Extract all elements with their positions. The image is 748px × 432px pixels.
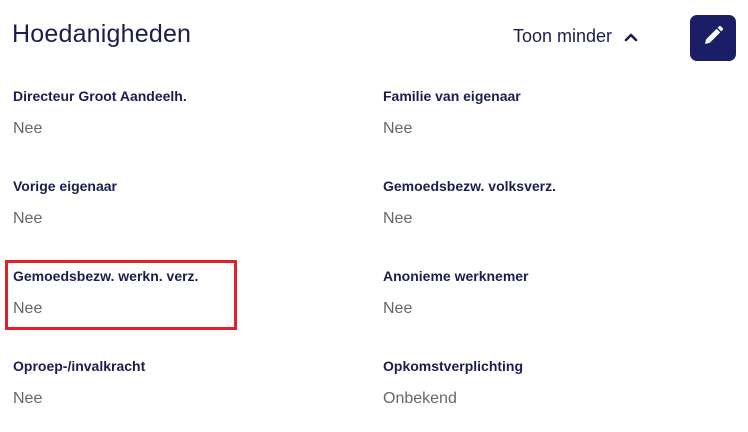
field-familie-van-eigenaar: Familie van eigenaar Nee: [383, 86, 703, 140]
field-label: Gemoedsbezw. volksverz.: [383, 178, 556, 194]
field-directeur-groot-aandeelh: Directeur Groot Aandeelh. Nee: [13, 86, 333, 140]
field-label: Directeur Groot Aandeelh.: [13, 88, 187, 104]
field-label: Familie van eigenaar: [383, 88, 521, 104]
field-label: Opkomstverplichting: [383, 358, 524, 374]
field-gemoedsbezw-werkn-verz: Gemoedsbezw. werkn. verz. Nee: [13, 266, 333, 320]
hoedanigheden-panel: Hoedanigheden Toon minder Directeur Groo…: [0, 0, 748, 432]
section-title: Hoedanigheden: [12, 20, 192, 48]
field-value: Nee: [13, 300, 43, 317]
field-value: Nee: [13, 210, 43, 227]
field-opkomstverplichting: Opkomstverplichting Onbekend: [383, 356, 703, 410]
field-anonieme-werknemer: Anonieme werknemer Nee: [383, 266, 703, 320]
chevron-up-icon: [624, 32, 638, 42]
toggle-less-label: Toon minder: [513, 26, 613, 46]
field-value: Nee: [383, 300, 413, 317]
edit-button[interactable]: [690, 15, 736, 61]
field-oproep-invalkracht: Oproep-/invalkracht Nee: [13, 356, 333, 410]
field-label: Anonieme werknemer: [383, 268, 529, 284]
field-gemoedsbezw-volksverz: Gemoedsbezw. volksverz. Nee: [383, 176, 703, 230]
field-value: Nee: [13, 390, 43, 407]
toggle-less-button[interactable]: Toon minder: [513, 26, 638, 47]
field-value: Nee: [383, 120, 413, 137]
field-vorige-eigenaar: Vorige eigenaar Nee: [13, 176, 333, 230]
field-value: Nee: [13, 120, 43, 137]
pencil-icon: [702, 25, 724, 52]
field-label: Oproep-/invalkracht: [13, 358, 146, 374]
field-label: Gemoedsbezw. werkn. verz.: [13, 268, 199, 284]
field-value: Onbekend: [383, 390, 457, 407]
field-label: Vorige eigenaar: [13, 178, 118, 194]
field-value: Nee: [383, 210, 413, 227]
